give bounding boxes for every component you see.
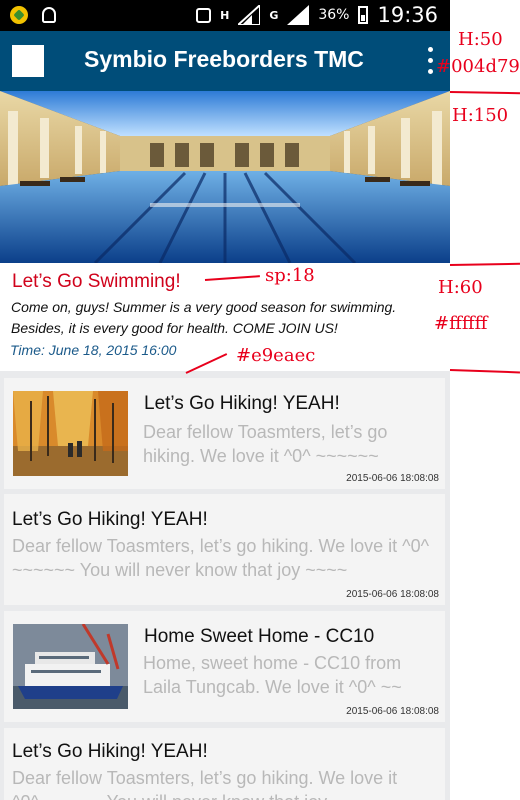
sync-icon xyxy=(196,7,212,23)
thumbnail-autumn-forest xyxy=(13,391,128,476)
battery-icon xyxy=(358,6,369,24)
app-notification-icon xyxy=(10,6,28,24)
list-item-date: 2015-06-06 18:08:08 xyxy=(346,473,439,484)
network-type-g: G xyxy=(269,8,279,22)
signal-icon-2 xyxy=(287,5,310,25)
featured-event-time: Time: June 18, 2015 16:00 xyxy=(10,342,177,358)
phone-screen: H G 36% 19:36 Symbio Freeborders TMC Let… xyxy=(0,0,450,800)
list-item-date: 2015-06-06 18:08:08 xyxy=(346,589,439,600)
annotation-featured-color: #ffffff xyxy=(434,313,488,334)
nav-menu-button[interactable] xyxy=(12,45,44,77)
list-item-subtitle: Dear fellow Toasmters, let’s go hiking. … xyxy=(12,536,430,580)
list-item[interactable]: Home Sweet Home - CC10 Home, sweet home … xyxy=(4,611,445,722)
app-bar: Symbio Freeborders TMC xyxy=(0,31,450,91)
list-item-subtitle: Dear fellow Toasmters, let’s go hiking. … xyxy=(143,422,388,466)
list-item-subtitle: Dear fellow Toasmters, let’s go hiking. … xyxy=(12,768,398,800)
annotation-title-size: sp:18 xyxy=(265,265,315,286)
signal-icon xyxy=(235,2,262,26)
list-item[interactable]: Let’s Go Hiking! YEAH! Dear fellow Toasm… xyxy=(4,378,445,489)
status-bar: H G 36% 19:36 xyxy=(0,0,450,31)
list-item-title: Let’s Go Hiking! YEAH! xyxy=(12,741,208,762)
annotation-line xyxy=(449,262,520,266)
featured-event-description: Come on, guys! Summer is a very good sea… xyxy=(11,299,397,336)
list-item-subtitle: Home, sweet home - CC10 from Laila Tungc… xyxy=(143,653,402,697)
list-item-date: 2015-06-06 18:08:08 xyxy=(346,706,439,717)
network-type-h: H xyxy=(220,8,230,22)
battery-percent: 36% xyxy=(318,7,350,23)
list-item[interactable]: Let’s Go Hiking! YEAH! Dear fellow Toasm… xyxy=(4,494,445,605)
annotation-line xyxy=(449,369,520,374)
annotation-hero-height: H:150 xyxy=(452,105,509,126)
annotation-line xyxy=(449,91,520,95)
annotation-appbar-color: #004d79 xyxy=(436,56,520,77)
app-title: Symbio Freeborders TMC xyxy=(84,46,364,72)
annotation-list-bg-color: #e9eaec xyxy=(236,345,316,366)
list-item-title: Let’s Go Hiking! YEAH! xyxy=(12,509,208,530)
annotation-featured-height: H:60 xyxy=(438,277,483,298)
overflow-menu-icon[interactable] xyxy=(428,47,434,75)
list-item[interactable]: Let’s Go Hiking! YEAH! Dear fellow Toasm… xyxy=(4,728,445,800)
clock: 19:36 xyxy=(377,3,438,27)
qq-notification-icon xyxy=(42,7,56,23)
list-item-title: Let’s Go Hiking! YEAH! xyxy=(144,393,340,414)
featured-event-title: Let’s Go Swimming! xyxy=(12,271,181,292)
annotation-appbar-height: H:50 xyxy=(458,29,503,50)
thumbnail-ship xyxy=(13,624,128,709)
hero-banner-image[interactable] xyxy=(0,91,450,263)
list-item-title: Home Sweet Home - CC10 xyxy=(144,626,375,647)
